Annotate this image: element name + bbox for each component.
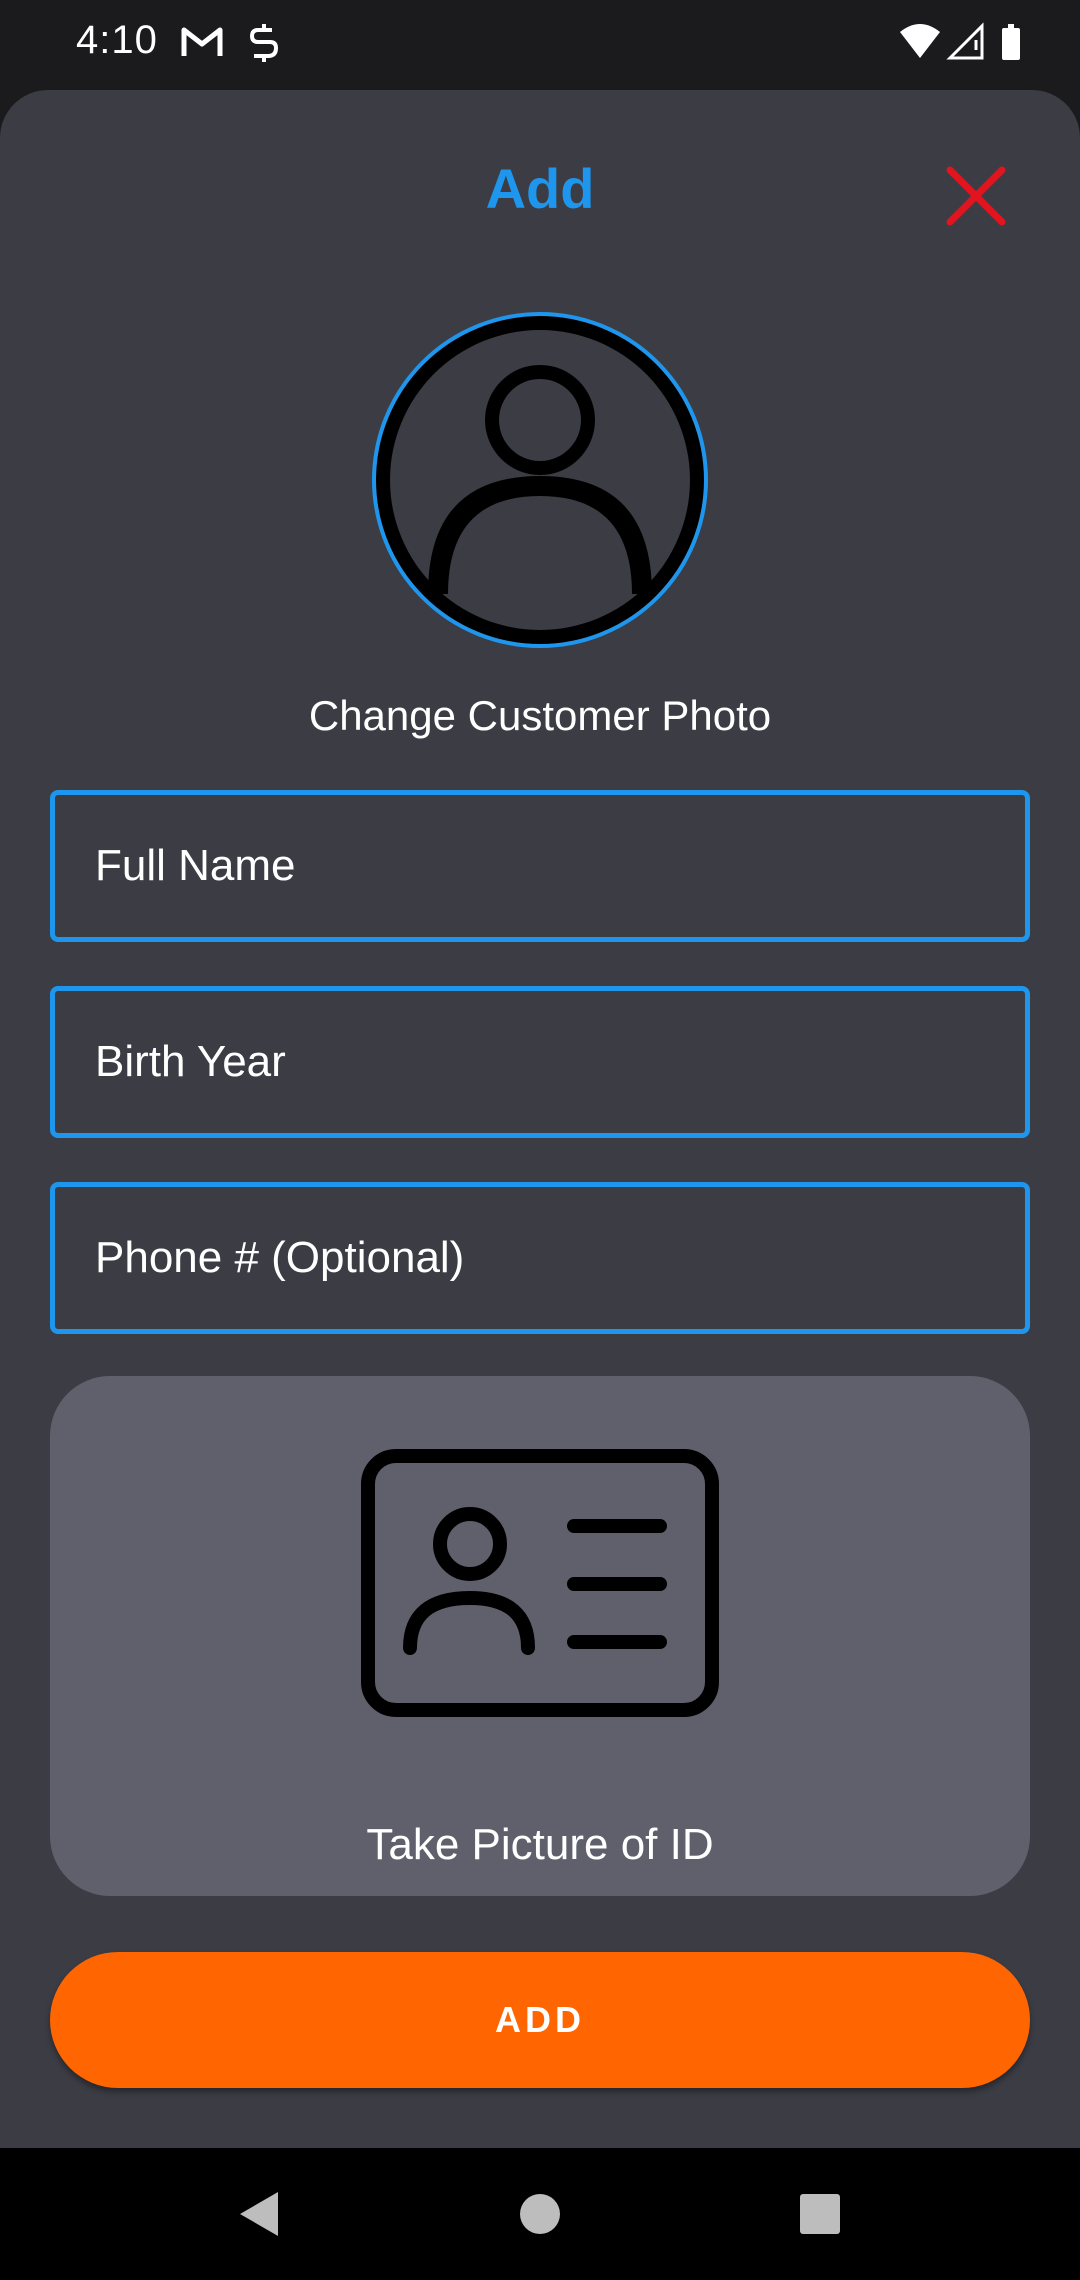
- change-photo-label[interactable]: Change Customer Photo: [0, 692, 1080, 740]
- birth-year-field[interactable]: Birth Year: [50, 986, 1030, 1138]
- customer-photo-button[interactable]: [372, 312, 708, 648]
- navigation-bar: [0, 2148, 1080, 2280]
- close-icon[interactable]: [940, 160, 1012, 232]
- add-button[interactable]: ADD: [50, 1952, 1030, 2088]
- system-status-icons: [900, 22, 1020, 60]
- status-time: 4:10: [76, 18, 158, 62]
- battery-icon: [1002, 24, 1020, 60]
- s-notification-icon: [249, 24, 279, 62]
- full-name-field[interactable]: Full Name: [50, 790, 1030, 942]
- recents-icon[interactable]: [790, 2184, 850, 2244]
- signal-icon: [946, 22, 984, 60]
- home-icon[interactable]: [510, 2184, 570, 2244]
- add-customer-sheet: Add Change Customer Photo Full Name Birt…: [0, 90, 1080, 2148]
- phone-placeholder: Phone # (Optional): [95, 1233, 465, 1282]
- full-name-placeholder: Full Name: [95, 841, 296, 890]
- gmail-icon: [181, 27, 223, 56]
- back-icon[interactable]: [230, 2184, 290, 2244]
- id-card-icon: [361, 1449, 719, 1717]
- take-id-picture-label: Take Picture of ID: [366, 1820, 714, 1869]
- birth-year-placeholder: Birth Year: [95, 1037, 286, 1086]
- person-icon: [376, 316, 704, 644]
- dialog-title: Add: [485, 157, 595, 220]
- take-id-picture-button[interactable]: Take Picture of ID: [50, 1376, 1030, 1896]
- wifi-icon: [900, 24, 940, 58]
- phone-field[interactable]: Phone # (Optional): [50, 1182, 1030, 1334]
- status-bar: 4:10: [0, 0, 1080, 88]
